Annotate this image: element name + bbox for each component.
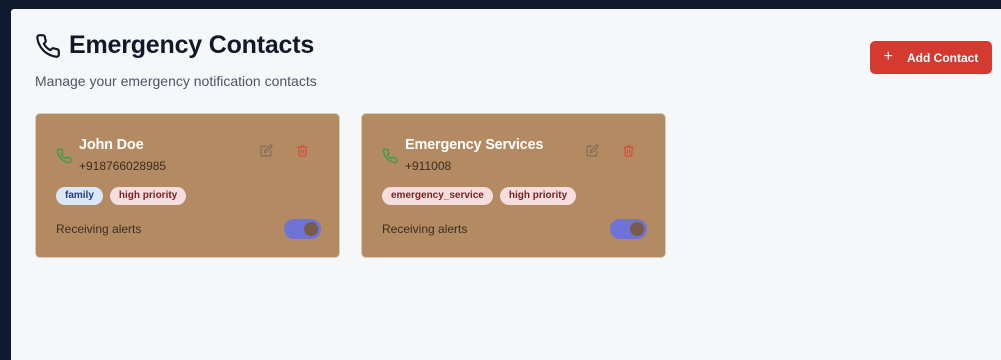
- toggle-knob: [630, 222, 644, 236]
- contact-phone: +918766028985: [79, 159, 167, 173]
- add-contact-label: Add Contact: [907, 50, 979, 65]
- phone-icon: [56, 148, 72, 164]
- title-row: Emergency Contacts: [35, 31, 317, 60]
- alerts-toggle[interactable]: [610, 219, 647, 239]
- trash-icon[interactable]: [622, 144, 635, 157]
- contact-name: John Doe: [79, 137, 144, 153]
- tag-list: family high priority: [56, 187, 187, 205]
- contact-card: John Doe +918766028985 family high prior…: [35, 113, 340, 258]
- tag-badge: high priority: [109, 187, 187, 205]
- contact-card: Emergency Services +911008 emergency_ser…: [361, 113, 666, 258]
- edit-icon[interactable]: [260, 144, 273, 157]
- alerts-label: Receiving alerts: [382, 222, 468, 236]
- contact-name: Emergency Services: [405, 137, 544, 153]
- tag-badge: high priority: [499, 187, 577, 205]
- phone-icon: [382, 148, 398, 164]
- alerts-toggle[interactable]: [284, 219, 321, 239]
- toggle-knob: [304, 222, 318, 236]
- tag-badge: family: [56, 187, 103, 205]
- trash-icon[interactable]: [296, 144, 309, 157]
- phone-icon: [36, 33, 60, 58]
- contact-phone: +911008: [405, 159, 452, 173]
- page-title: Emergency Contacts: [69, 31, 315, 59]
- tag-list: emergency_service high priority: [382, 187, 577, 205]
- tag-badge: emergency_service: [382, 187, 493, 205]
- page-header: Emergency Contacts Manage your emergency…: [35, 31, 317, 89]
- edit-icon[interactable]: [586, 144, 599, 157]
- plus-icon: +: [883, 47, 893, 65]
- contacts-page: Emergency Contacts Manage your emergency…: [11, 9, 1001, 360]
- add-contact-button[interactable]: + Add Contact: [870, 41, 992, 74]
- page-subtitle: Manage your emergency notification conta…: [35, 73, 317, 89]
- alerts-label: Receiving alerts: [56, 222, 142, 236]
